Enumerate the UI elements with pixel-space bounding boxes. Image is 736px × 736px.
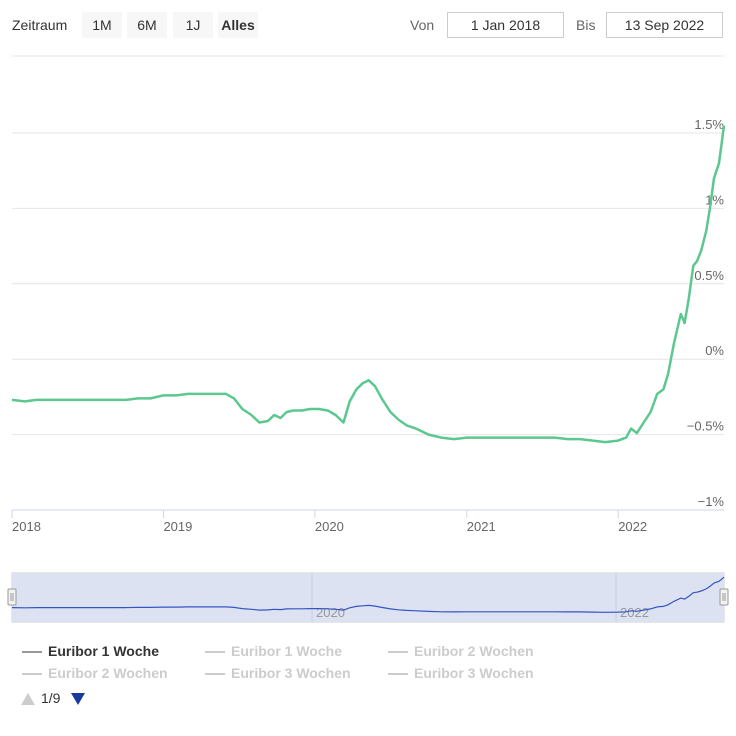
- y-tick-label: −0.5%: [687, 419, 725, 434]
- legend-label: Euribor 1 Woche: [48, 643, 159, 659]
- legend-swatch: [22, 651, 42, 653]
- x-axis-labels: 2018 2019 2020 2021 2022: [11, 510, 647, 534]
- x-tick-label: 2022: [618, 519, 647, 534]
- y-tick-label: 0.5%: [694, 268, 724, 283]
- legend-label: Euribor 2 Wochen: [414, 643, 534, 659]
- legend-swatch: [388, 673, 408, 675]
- legend-label: Euribor 3 Wochen: [414, 665, 534, 681]
- x-tick-label: 2020: [315, 519, 344, 534]
- y-axis-labels: 1.5% 1% 0.5% 0% −0.5% −1%: [687, 117, 725, 509]
- x-tick-label: 2018: [12, 519, 41, 534]
- legend-swatch: [22, 673, 42, 675]
- legend-swatch: [205, 651, 225, 653]
- x-tick-label: 2019: [163, 519, 192, 534]
- navigator-handle-left[interactable]: [7, 588, 17, 606]
- line-chart: 1.5% 1% 0.5% 0% −0.5% −1% 2018 2019 2020 2021 202…: [7, 55, 729, 623]
- pager-up-arrow-icon[interactable]: [20, 692, 36, 706]
- navigator-label-2022: 2022: [620, 605, 649, 620]
- y-tick-label: 0%: [705, 343, 724, 358]
- navigator-selected-range[interactable]: [12, 573, 724, 622]
- legend-label: Euribor 2 Wochen: [48, 665, 168, 681]
- y-tick-label: −1%: [698, 494, 725, 509]
- pager-down-arrow-icon[interactable]: [70, 692, 86, 706]
- navigator-handle-right[interactable]: [719, 588, 729, 606]
- legend-swatch: [388, 651, 408, 653]
- pager-text: 1/9: [41, 690, 61, 706]
- grid: [12, 132, 724, 436]
- x-tick-label: 2021: [467, 519, 496, 534]
- y-tick-label: 1.5%: [694, 117, 724, 132]
- legend-swatch: [205, 673, 225, 675]
- navigator-label-2020: 2020: [316, 605, 345, 620]
- legend-label: Euribor 1 Woche: [231, 643, 342, 659]
- legend-label: Euribor 3 Wochen: [231, 665, 351, 681]
- y-tick-label: 1%: [705, 192, 724, 207]
- navigator[interactable]: 2020 2022: [7, 572, 729, 623]
